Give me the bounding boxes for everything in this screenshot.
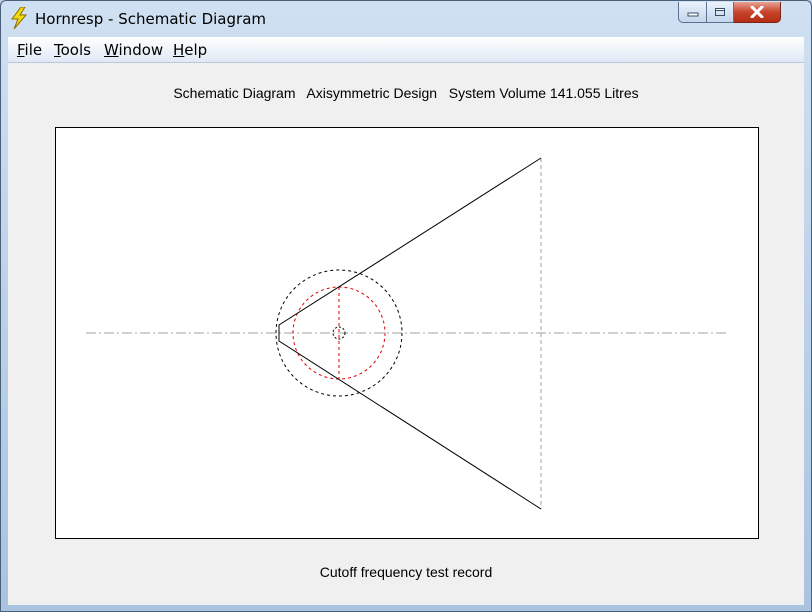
menu-help[interactable]: Help [173,41,207,59]
maximize-icon [715,8,725,16]
menu-file-accel: F [17,41,25,59]
minimize-icon [687,12,698,17]
title-bar[interactable]: Hornresp - Schematic Diagram [1,1,811,37]
menu-tools-rest: ools [60,41,91,59]
record-title: Cutoff frequency test record [319,564,493,580]
schematic-svg [86,157,728,510]
menu-window[interactable]: Window [104,41,163,59]
window-title: Hornresp - Schematic Diagram [35,10,266,28]
menu-bar: File Tools Window Help [8,37,804,63]
menu-file-rest: ile [24,41,43,59]
menu-help-rest: elp [184,41,208,59]
menu-window-rest: indow [118,41,164,59]
menu-window-accel: W [104,41,119,59]
schematic-canvas [55,127,759,539]
menu-file[interactable]: File [17,41,42,59]
menu-help-accel: H [173,41,185,59]
close-button[interactable] [734,2,781,23]
lightning-bolt-icon [11,7,28,29]
app-window: Hornresp - Schematic Diagram File Tools … [0,0,812,612]
diagram-header: Schematic Diagram Axisymmetric Design Sy… [173,85,639,101]
menu-tools-accel: T [54,41,61,59]
client-area: Schematic Diagram Axisymmetric Design Sy… [8,63,804,605]
menu-tools[interactable]: Tools [54,41,91,59]
minimize-button[interactable] [678,2,707,23]
close-icon [750,6,764,18]
maximize-button[interactable] [707,2,734,23]
